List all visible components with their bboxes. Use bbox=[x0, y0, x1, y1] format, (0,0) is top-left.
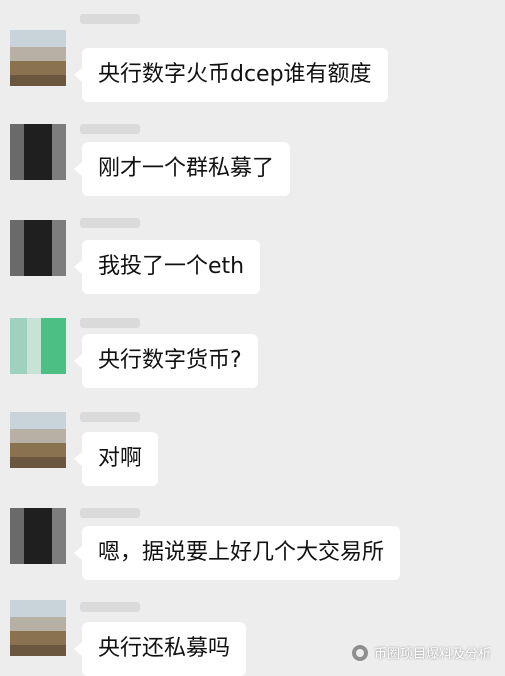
message-bubble[interactable]: 央行数字火币dcep谁有额度 bbox=[74, 48, 388, 102]
message-bubble[interactable]: 嗯，据说要上好几个大交易所 bbox=[73, 526, 401, 580]
message-bubble[interactable]: 央行还私募吗 bbox=[73, 622, 247, 676]
sender-name-blurred bbox=[80, 318, 140, 328]
message-text: 刚才一个群私募了 bbox=[98, 156, 275, 181]
wechat-channel-icon bbox=[351, 644, 368, 661]
sender-name-blurred bbox=[80, 602, 140, 612]
watermark-text: 币圈项目爆料及分析 bbox=[373, 647, 491, 662]
message-text: 我投了一个eth bbox=[98, 254, 245, 279]
avatar[interactable] bbox=[10, 508, 66, 564]
avatar[interactable] bbox=[10, 600, 66, 656]
message-text: 央行还私募吗 bbox=[98, 636, 231, 661]
avatar[interactable] bbox=[10, 318, 66, 374]
watermark: 币圈项目爆料及分析 bbox=[351, 643, 491, 662]
sender-name-blurred bbox=[80, 508, 140, 518]
avatar[interactable] bbox=[10, 30, 66, 86]
message-bubble[interactable]: 我投了一个eth bbox=[73, 240, 261, 294]
sender-name-blurred bbox=[80, 14, 140, 24]
sender-name-blurred bbox=[80, 412, 140, 422]
sender-name-blurred bbox=[80, 124, 140, 134]
message-bubble[interactable]: 央行数字货币? bbox=[74, 334, 258, 388]
avatar[interactable] bbox=[10, 220, 66, 276]
message-text: 央行数字货币? bbox=[98, 348, 242, 373]
message-text: 央行数字火币dcep谁有额度 bbox=[98, 62, 372, 87]
avatar[interactable] bbox=[10, 124, 66, 180]
message-bubble[interactable]: 对啊 bbox=[73, 432, 159, 486]
message-text: 对啊 bbox=[98, 446, 143, 471]
sender-name-blurred bbox=[80, 218, 140, 228]
message-bubble[interactable]: 刚才一个群私募了 bbox=[73, 142, 291, 196]
avatar[interactable] bbox=[10, 412, 66, 468]
message-text: 嗯，据说要上好几个大交易所 bbox=[98, 540, 385, 565]
